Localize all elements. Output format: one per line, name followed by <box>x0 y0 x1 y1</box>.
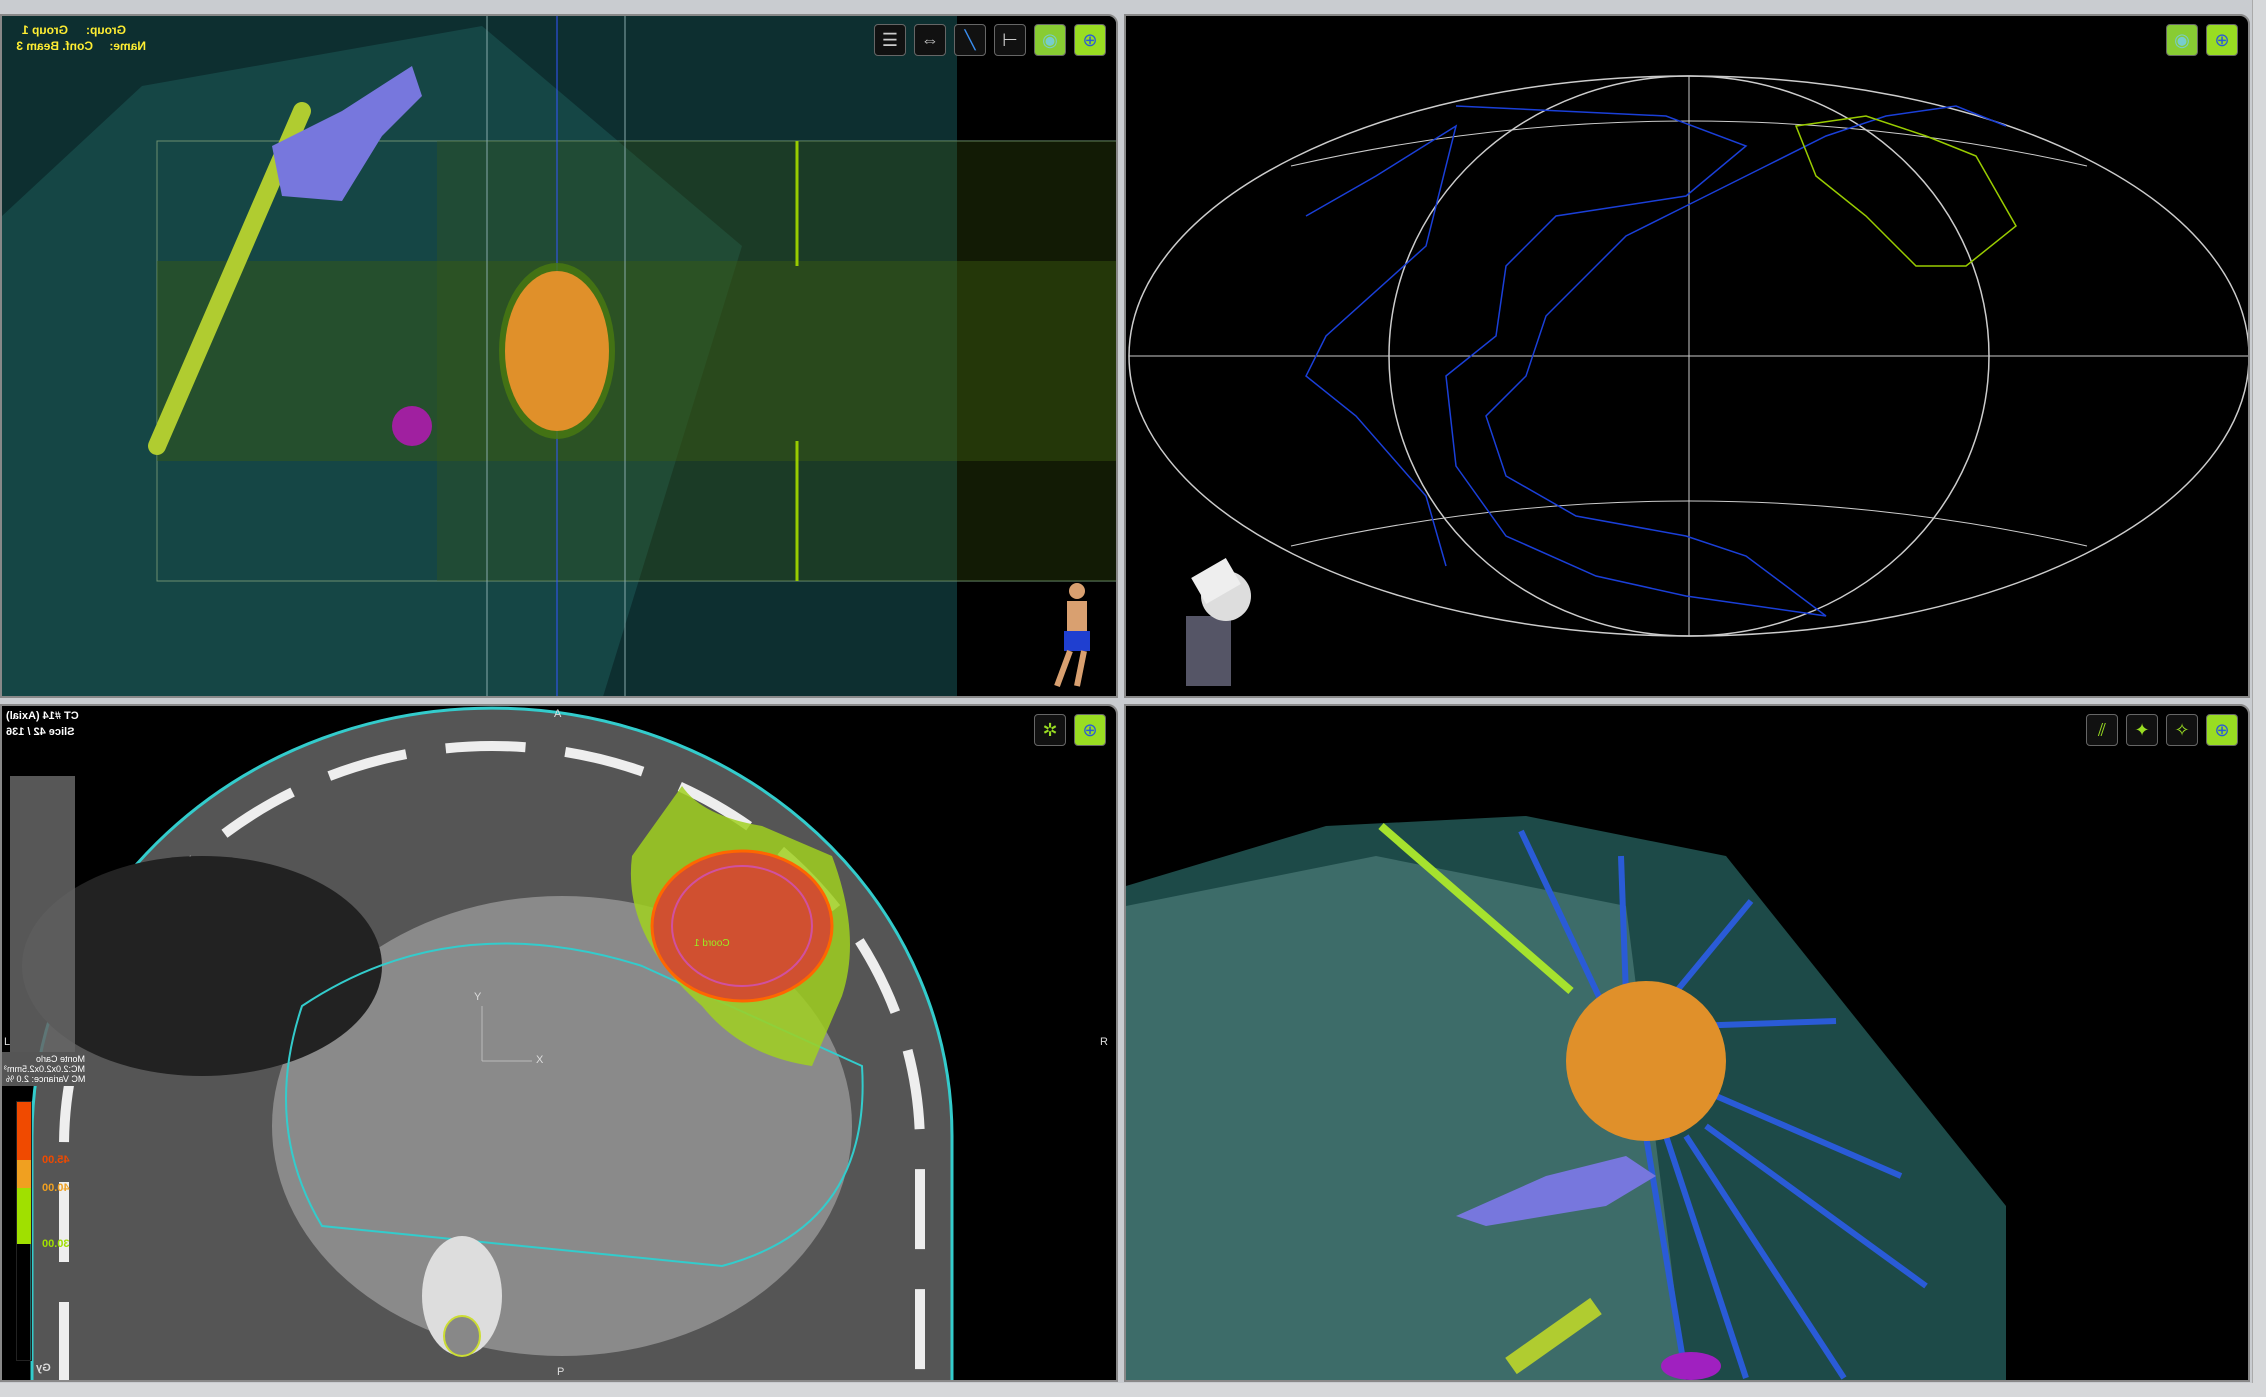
orient-anterior: A <box>554 708 561 720</box>
eye-icon[interactable]: ◉ <box>1034 24 1066 56</box>
ct-info: CT #14 (Axial) Slice 42 / 136 <box>6 708 79 740</box>
measure-icon[interactable]: ⊢ <box>994 24 1026 56</box>
name-value: Conf. Beam 3 <box>8 38 93 54</box>
pan-arrows-icon[interactable]: ⇔ <box>914 24 946 56</box>
group-value: Group 1 <box>8 22 68 38</box>
zoom-icon[interactable]: ⊕ <box>1074 714 1106 746</box>
window-level-icon[interactable]: ✲ <box>1034 714 1066 746</box>
status-bar <box>0 1383 2266 1397</box>
dose-grid: MC:2.0x2.0x2.5mm³ <box>4 1064 85 1074</box>
orient-left: L <box>4 1036 10 1048</box>
beam-eye-view-panel[interactable]: Group 1 Group: Conf. Beam 3 Name: ☰ ⇔ ╲ … <box>0 14 1118 698</box>
axial-ct-panel[interactable]: CT #14 (Axial) Slice 42 / 136 A R L P Y … <box>0 704 1118 1382</box>
draw-line-icon[interactable]: ╲ <box>954 24 986 56</box>
sphere-projection <box>1126 16 2250 698</box>
dose-level-45: 45.00 <box>42 1154 70 1166</box>
dose-unit: Gy <box>36 1362 51 1374</box>
axial-view-toolbar: ✲ ⊕ <box>1034 714 1106 746</box>
axial-ct-image <box>2 706 1118 1382</box>
dose-level-40: 40.00 <box>42 1182 70 1194</box>
sphere-view-toolbar: ◉ ⊕ <box>2166 24 2238 56</box>
beams-icon[interactable]: ⫽ <box>2086 714 2118 746</box>
beam-sphere-view-panel[interactable]: ◉ ⊕ <box>1124 14 2250 698</box>
list-icon[interactable]: ☰ <box>874 24 906 56</box>
beam-eye-view-render <box>2 16 1118 698</box>
dose-variance: MC Variance: 2.0 % <box>6 1074 85 1084</box>
coord-marker-label: Coord 1 <box>694 938 730 949</box>
3d-render-panel[interactable]: ⫽ ✦ ✧ ⊕ <box>1124 704 2250 1382</box>
zoom-icon[interactable]: ⊕ <box>1074 24 1106 56</box>
3d-render-image <box>1126 706 2250 1382</box>
ct-series-title: CT #14 (Axial) <box>6 708 79 724</box>
rotate-3d-icon[interactable]: ✦ <box>2126 714 2158 746</box>
name-label: Name: <box>96 38 146 54</box>
zoom-icon[interactable]: ⊕ <box>2206 24 2238 56</box>
axis-x-label: X <box>536 1054 543 1066</box>
axis-y-label: Y <box>474 991 481 1003</box>
beam-info: Group 1 Group: Conf. Beam 3 Name: <box>8 22 146 54</box>
zoom-icon[interactable]: ⊕ <box>2206 714 2238 746</box>
beam-view-toolbar: ☰ ⇔ ╲ ⊢ ◉ ⊕ <box>874 24 1106 56</box>
dose-level-30: 30.00 <box>42 1238 70 1250</box>
dose-algorithm: Monte Carlo <box>36 1054 85 1064</box>
vertical-scrollbar[interactable] <box>2252 0 2266 1397</box>
orient-posterior: P <box>557 1366 564 1378</box>
compass-icon[interactable]: ✧ <box>2166 714 2198 746</box>
eye-icon[interactable]: ◉ <box>2166 24 2198 56</box>
dose-colorbar <box>16 1101 32 1361</box>
group-label: Group: <box>71 22 126 38</box>
ct-slice: Slice 42 / 136 <box>6 724 75 740</box>
dose-info: Monte Carlo MC:2.0x2.0x2.5mm³ MC Varianc… <box>2 1052 87 1086</box>
orient-right: R <box>1100 1036 1108 1048</box>
render-view-toolbar: ⫽ ✦ ✧ ⊕ <box>2086 714 2238 746</box>
